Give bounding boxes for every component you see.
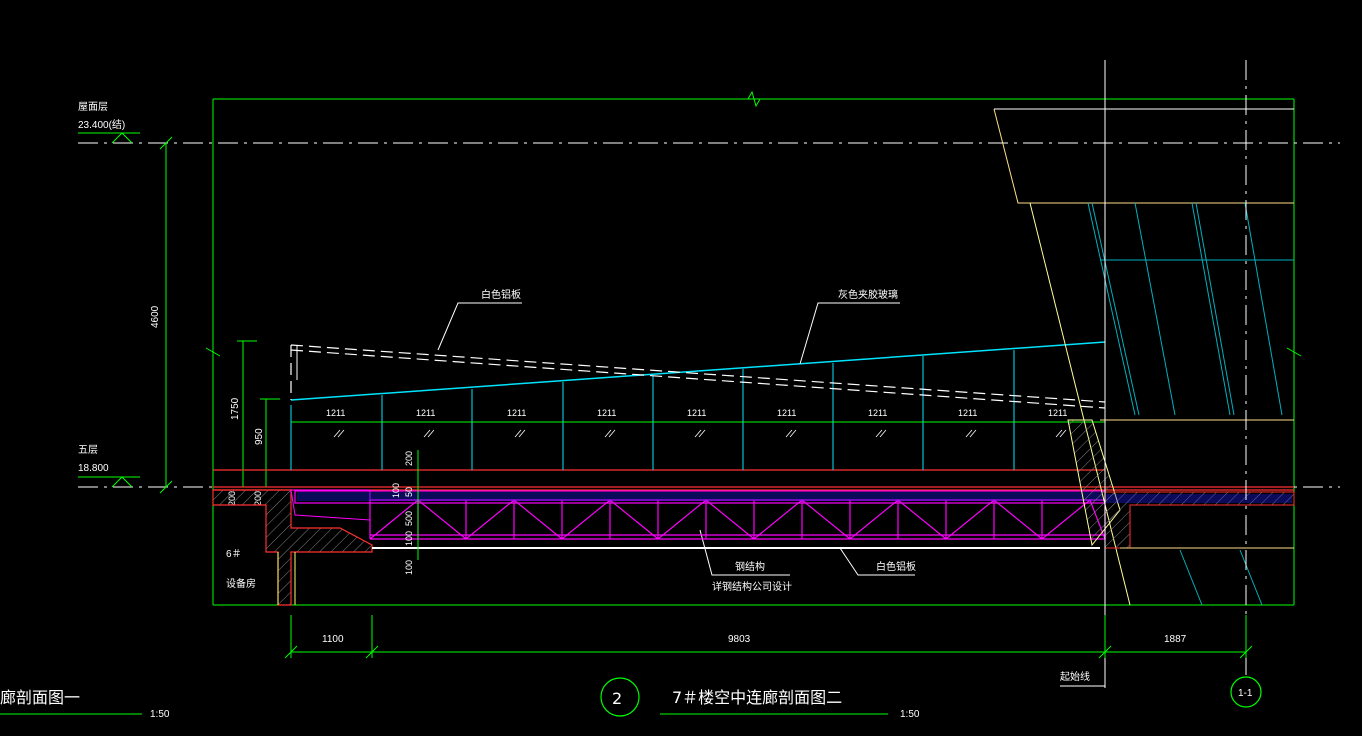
storey-height-label: 4600 (150, 305, 161, 328)
steel-structure-label: 钢结构 (735, 560, 765, 573)
room-name: 设备房 (226, 577, 256, 590)
white-aluminium-label: 白色铝板 (481, 288, 521, 301)
truss-500-dim: 500 (404, 511, 414, 526)
level-lines (78, 132, 1340, 488)
previous-title-fragment: 廊剖面图一 (0, 688, 80, 707)
truss-base-dim: 100 (404, 560, 414, 575)
grey-glass-label: 灰色夹胶玻璃 (838, 288, 898, 301)
axis-lines (1060, 60, 1247, 688)
roof-level-elevation: 23.400(结) (78, 118, 125, 131)
drawing-title: 7＃楼空中连廊剖面图二 (672, 688, 842, 707)
axis-label: 1-1 (1238, 688, 1253, 699)
panel-width-6: 1211 (777, 408, 796, 418)
glass-height-label: 950 (254, 428, 265, 445)
drawing-scale: 1:50 (900, 709, 920, 720)
slab-top-dim: 200 (404, 451, 414, 466)
section-drawing: 屋面层 23.400(结) 五层 18.800 4600 1750 950 20… (0, 60, 1340, 720)
start-line-label: 起始线 (1060, 670, 1090, 683)
aluminium-cladding-dashed (290, 344, 1106, 409)
previous-scale: 1:50 (150, 709, 170, 720)
panel-width-3: 1211 (507, 408, 526, 418)
span-dimensions (284, 615, 1253, 659)
room-number: 6＃ (226, 548, 242, 560)
span-right-label: 1887 (1164, 634, 1187, 645)
white-aluminium-bottom-label: 白色铝板 (876, 560, 916, 573)
glass-railing (290, 341, 1106, 470)
panel-width-8: 1211 (958, 408, 977, 418)
span-left-label: 1100 (322, 634, 344, 645)
rail-height-label: 1750 (230, 397, 241, 420)
panel-width-7: 1211 (868, 408, 887, 418)
right-building (993, 108, 1295, 606)
panel-width-2: 1211 (416, 408, 435, 418)
fifth-level-name: 五层 (78, 444, 98, 456)
panel-width-5: 1211 (687, 408, 706, 418)
fifth-level-elevation: 18.800 (78, 463, 109, 474)
truss-bottom-dim: 100 (404, 531, 414, 546)
panel-width-1: 1211 (326, 408, 345, 418)
storey-dimension (159, 136, 173, 494)
panel-labels: 1211 1211 1211 1211 1211 1211 1211 1211 … (326, 408, 1067, 418)
truss-50-dim: 50 (404, 487, 414, 497)
detail-number: 2 (612, 689, 622, 708)
title-block: 2 7＃楼空中连廊剖面图二 1:50 廊剖面图一 1:50 (0, 677, 920, 720)
truss-top-dim: 100 (391, 483, 401, 498)
glass-marks (333, 429, 1067, 438)
panel-width-4: 1211 (597, 408, 616, 418)
roof-level-name: 屋面层 (78, 101, 108, 113)
span-main-label: 9803 (728, 634, 751, 645)
slab-lines (213, 469, 1294, 491)
steel-note-label: 详钢结构公司设计 (712, 580, 792, 593)
panel-width-9: 1211 (1048, 408, 1067, 418)
